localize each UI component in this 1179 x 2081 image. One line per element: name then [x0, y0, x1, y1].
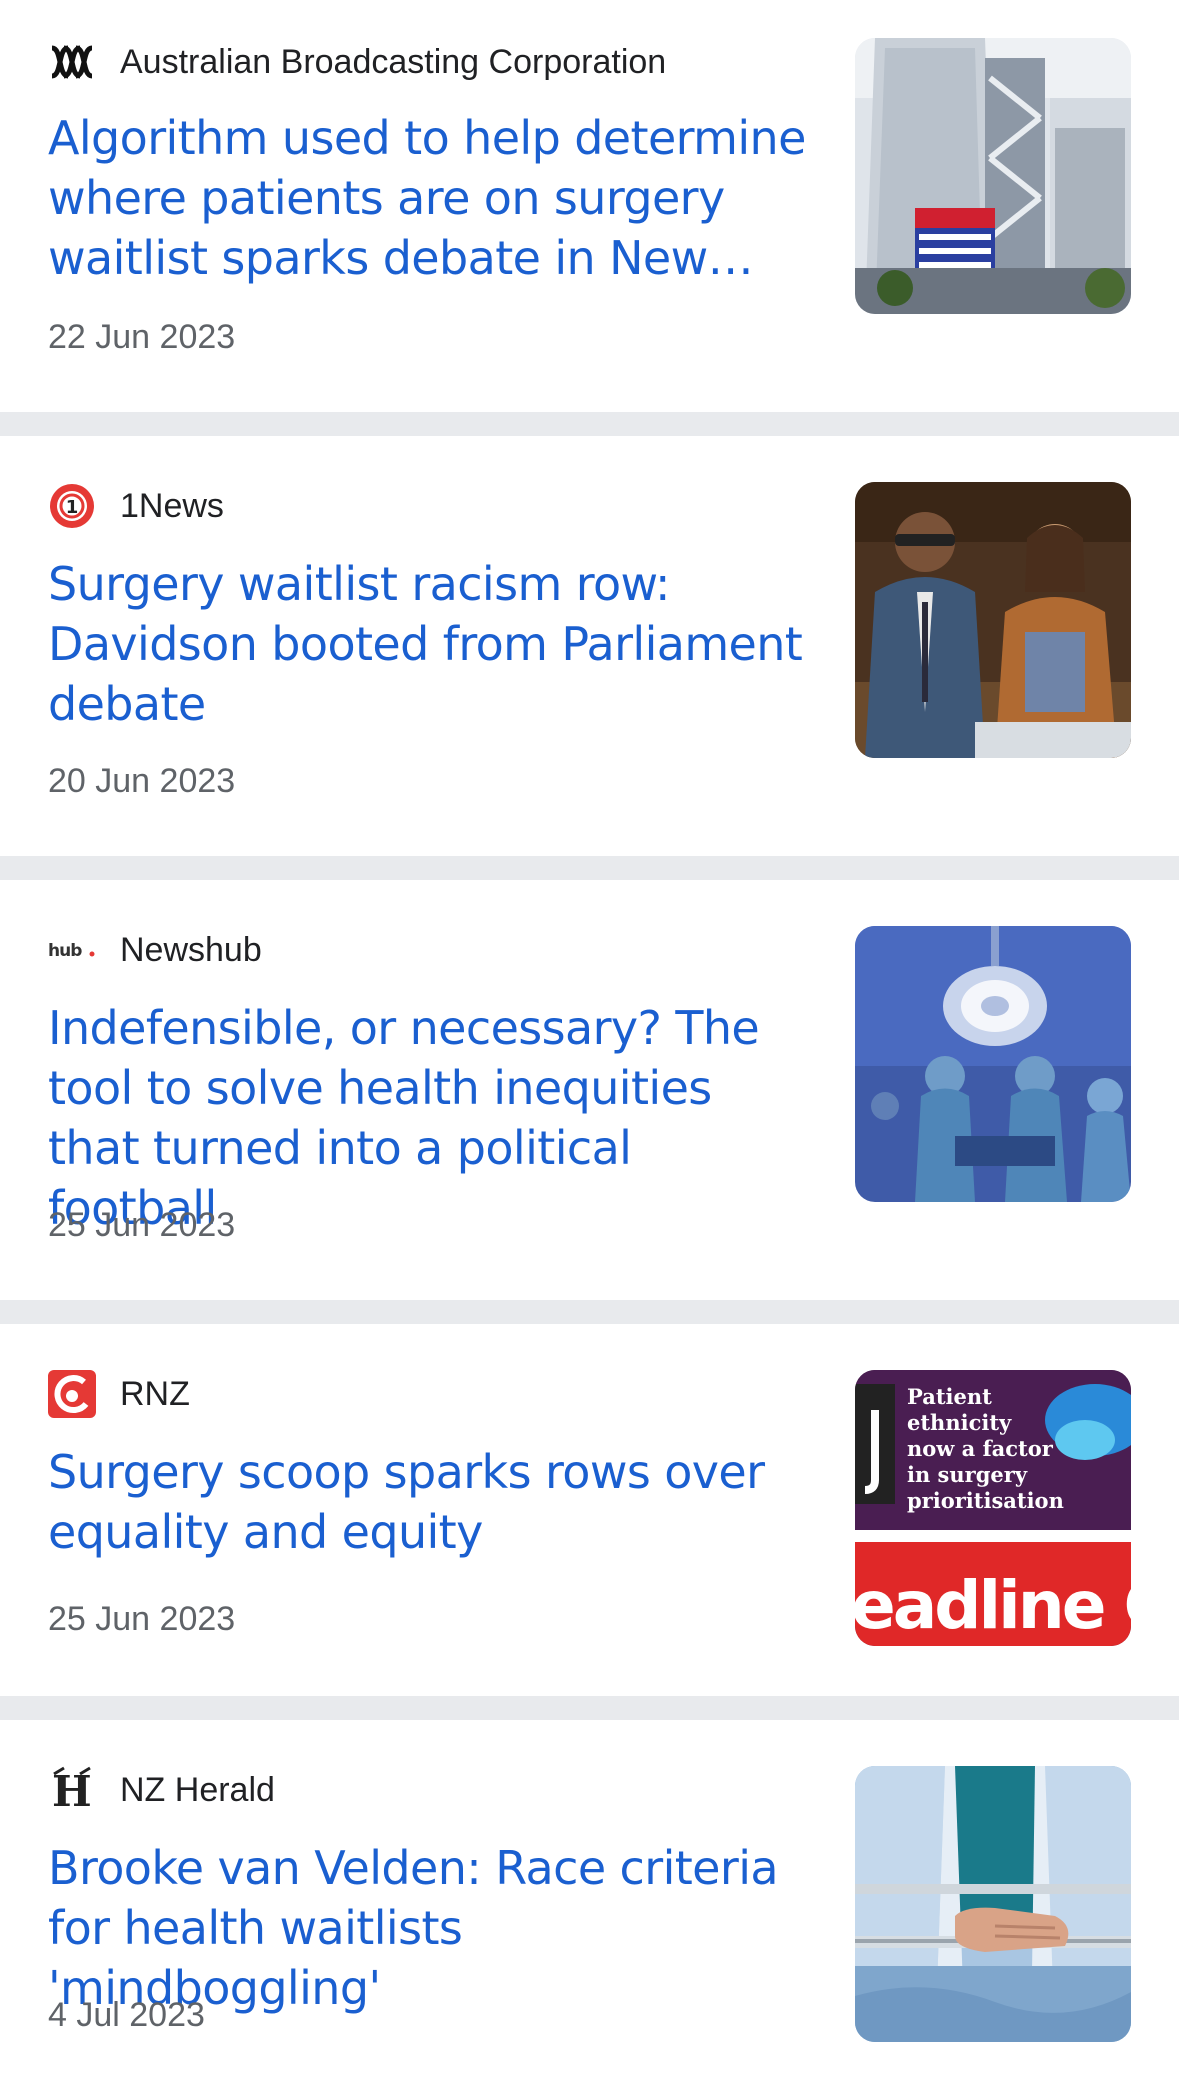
hospital-building-image[interactable]	[855, 38, 1131, 314]
card-divider	[0, 1696, 1179, 1720]
hospital-bed-image[interactable]	[855, 1766, 1131, 2042]
thumbnail-text: prioritisation	[907, 1488, 1064, 1513]
svg-text:hub: hub	[48, 941, 82, 961]
thumbnail-text: Patient	[907, 1384, 992, 1409]
rnz-logo-icon	[48, 1370, 96, 1418]
source-name: RNZ	[120, 1374, 190, 1413]
svg-text:1: 1	[66, 497, 79, 518]
article-card[interactable]: Australian Broadcasting Corporation Algo…	[0, 0, 1179, 412]
nzherald-logo-icon: H	[48, 1766, 96, 1814]
article-card[interactable]: hub Newshub Indefensible, or necessary? …	[0, 880, 1179, 1300]
article-headline[interactable]: Algorithm used to help determine where p…	[48, 108, 808, 288]
news-feed: Australian Broadcasting Corporation Algo…	[0, 0, 1179, 2081]
article-headline[interactable]: Indefensible, or necessary? The tool to …	[48, 998, 808, 1238]
source-name: 1News	[120, 486, 224, 525]
article-source: hub Newshub	[48, 926, 262, 974]
newspaper-headline-image[interactable]: Patient ethnicity now a factor in surger…	[855, 1370, 1131, 1646]
article-card[interactable]: H NZ Herald Brooke van Velden: Race crit…	[0, 1720, 1179, 2081]
thumbnail-text: now a factor	[907, 1436, 1054, 1461]
article-card[interactable]: RNZ Surgery scoop sparks rows over equal…	[0, 1324, 1179, 1696]
source-name: Australian Broadcasting Corporation	[120, 42, 667, 81]
thumbnail-text: in surgery	[907, 1462, 1028, 1487]
svg-text:H: H	[52, 1767, 92, 1814]
article-date: 22 Jun 2023	[48, 318, 236, 356]
article-date: 25 Jun 2023	[48, 1206, 236, 1244]
card-divider	[0, 1300, 1179, 1324]
newshub-logo-icon: hub	[48, 926, 96, 974]
article-headline[interactable]: Surgery scoop sparks rows over equality …	[48, 1442, 808, 1562]
operating-theatre-image[interactable]	[855, 926, 1131, 1202]
1news-logo-icon: 1	[48, 482, 96, 530]
article-source: H NZ Herald	[48, 1766, 275, 1814]
parliament-image[interactable]	[855, 482, 1131, 758]
abc-logo-icon	[48, 38, 96, 86]
article-date: 25 Jun 2023	[48, 1600, 236, 1638]
article-card[interactable]: 1 1News Surgery waitlist racism row: Dav…	[0, 436, 1179, 856]
article-date: 20 Jun 2023	[48, 762, 236, 800]
source-name: Newshub	[120, 930, 262, 969]
article-source: Australian Broadcasting Corporation	[48, 38, 666, 86]
article-headline[interactable]: Brooke van Velden: Race criteria for hea…	[48, 1838, 808, 2018]
article-headline[interactable]: Surgery waitlist racism row: Davidson bo…	[48, 554, 808, 734]
card-divider	[0, 856, 1179, 880]
article-source: RNZ	[48, 1370, 190, 1418]
thumbnail-banner-text: eadline Grab	[855, 1567, 1131, 1644]
article-date: 4 Jul 2023	[48, 1996, 205, 2034]
source-name: NZ Herald	[120, 1770, 275, 1809]
article-source: 1 1News	[48, 482, 224, 530]
thumbnail-text: ethnicity	[907, 1410, 1012, 1435]
card-divider	[0, 412, 1179, 436]
